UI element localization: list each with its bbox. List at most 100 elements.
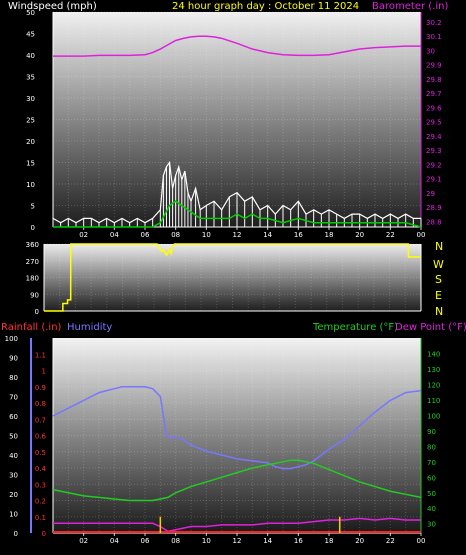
rainfall-y-tick-label: 0.1 [35, 514, 46, 522]
humidity-y-tick-label: 90 [9, 355, 18, 363]
humidity-y-tick-label: 100 [5, 335, 18, 343]
temperature-y-tick-label: 130 [427, 366, 440, 374]
temperature-y-tick-label: 30 [427, 521, 436, 529]
barometer-y-tick-label: 29.5 [426, 119, 442, 127]
rainfall-y-tick-label: 0 [42, 530, 46, 538]
x-tick-label: 14 [263, 231, 272, 239]
barometer-y-tick-label: 29.6 [426, 104, 442, 112]
direction-y-tick-label: 180 [26, 275, 39, 283]
wind-y-tick-label: 15 [26, 160, 35, 168]
x-tick-label: 22 [386, 537, 395, 545]
barometer-y-tick-label: 29.8 [426, 76, 442, 84]
x-tick-label: 00 [417, 231, 426, 239]
x-tick-label: 04 [110, 231, 119, 239]
chart-title: 24 hour graph day : October 11 2024 [172, 1, 359, 12]
x-tick-label: 08 [171, 231, 180, 239]
x-tick-label: 20 [355, 231, 364, 239]
temperature-y-tick-label: 70 [427, 459, 436, 467]
barometer-y-tick-label: 30 [426, 47, 435, 55]
temperature-axis-title: Temperature (°F) [312, 322, 398, 333]
barometer-y-tick-label: 30.1 [426, 33, 442, 41]
barometer-y-tick-label: 29.9 [426, 62, 442, 70]
compass-label-w: W [433, 258, 444, 271]
x-tick-label: 10 [202, 231, 211, 239]
wind-y-tick-label: 25 [26, 117, 35, 125]
direction-y-tick-label: 270 [26, 258, 39, 266]
x-tick-label: 16 [294, 537, 303, 545]
direction-y-tick-label: 90 [30, 291, 39, 299]
wind-y-tick-label: 45 [26, 31, 35, 39]
temperature-y-tick-label: 120 [427, 381, 440, 389]
wind-y-tick-label: 40 [26, 52, 35, 60]
humidity-y-tick-label: 30 [9, 472, 18, 480]
humidity-y-tick-label: 40 [9, 452, 18, 460]
wind-y-tick-label: 20 [26, 138, 35, 146]
direction-y-tick-label: 0 [35, 308, 39, 316]
barometer-y-tick-label: 29.3 [426, 147, 442, 155]
barometer-y-tick-label: 28.8 [426, 218, 442, 226]
temperature-y-tick-label: 80 [427, 443, 436, 451]
dewpoint-axis-title: Dew Point (°F) [395, 322, 466, 333]
compass-label-n-top: N [435, 240, 443, 253]
rainfall-y-tick-label: 0.7 [35, 416, 46, 424]
windspeed-axis-title: Windspeed (mph) [8, 1, 97, 12]
humidity-y-tick-label: 70 [9, 394, 18, 402]
x-tick-label: 02 [79, 231, 88, 239]
x-tick-label: 22 [386, 231, 395, 239]
wind-y-tick-label: 30 [26, 95, 35, 103]
x-tick-label: 18 [325, 231, 334, 239]
x-tick-label: 04 [110, 537, 119, 545]
rainfall-y-tick-label: 0.8 [35, 400, 46, 408]
x-tick-label: 12 [233, 231, 242, 239]
rainfall-axis-title: Rainfall (.in) [1, 322, 62, 333]
compass-label-s: S [435, 273, 442, 286]
barometer-y-tick-label: 29.4 [426, 133, 442, 141]
temperature-y-tick-label: 90 [427, 428, 436, 436]
x-tick-label: 08 [171, 537, 180, 545]
humidity-axis-title: Humidity [67, 322, 112, 333]
barometer-y-tick-label: 28.9 [426, 204, 442, 212]
barometer-axis-title: Barometer (.in) [372, 1, 448, 12]
rainfall-y-tick-label: 1 [42, 368, 46, 376]
temperature-y-tick-label: 110 [427, 397, 440, 405]
compass-label-n-bottom: N [435, 305, 443, 318]
temperature-y-tick-label: 140 [427, 350, 440, 358]
temperature-y-tick-label: 100 [427, 412, 440, 420]
x-tick-label: 10 [202, 537, 211, 545]
weather-chart: 0510152025303540455028.828.92929.129.229… [1, 1, 466, 545]
x-tick-label: 06 [141, 231, 150, 239]
humidity-y-tick-label: 20 [9, 491, 18, 499]
wind-y-tick-label: 5 [31, 203, 35, 211]
x-tick-label: 06 [141, 537, 150, 545]
rainfall-y-tick-label: 0.9 [35, 384, 46, 392]
wind-y-tick-label: 35 [26, 74, 35, 82]
barometer-y-tick-label: 29.7 [426, 90, 442, 98]
rainfall-y-tick-label: 0.4 [35, 465, 47, 473]
temperature-y-tick-label: 50 [427, 490, 436, 498]
wind-y-tick-label: 10 [26, 181, 35, 189]
x-tick-label: 12 [233, 537, 242, 545]
barometer-y-tick-label: 30.2 [426, 19, 442, 27]
rainfall-y-tick-label: 1.1 [35, 351, 46, 359]
x-tick-label: 18 [325, 537, 334, 545]
compass-label-e: E [435, 289, 442, 302]
x-tick-label: 02 [79, 537, 88, 545]
barometer-y-tick-label: 29.1 [426, 176, 442, 184]
x-tick-label: 14 [263, 537, 272, 545]
humidity-y-tick-label: 10 [9, 511, 18, 519]
humidity-y-tick-label: 50 [9, 433, 18, 441]
direction-y-tick-label: 360 [26, 241, 39, 249]
x-tick-label: 00 [417, 537, 426, 545]
wind-y-tick-label: 0 [31, 224, 35, 232]
barometer-y-tick-label: 29.2 [426, 161, 442, 169]
rainfall-y-tick-label: 0.3 [35, 481, 46, 489]
barometer-y-tick-label: 29 [426, 190, 435, 198]
rainfall-y-tick-label: 0.6 [35, 433, 47, 441]
rainfall-y-tick-label: 0.2 [35, 498, 46, 506]
temperature-y-tick-label: 40 [427, 505, 436, 513]
humidity-y-tick-label: 80 [9, 374, 18, 382]
x-tick-label: 20 [355, 537, 364, 545]
rainfall-y-tick-label: 0.5 [35, 449, 46, 457]
temperature-y-tick-label: 60 [427, 474, 436, 482]
x-tick-label: 16 [294, 231, 303, 239]
